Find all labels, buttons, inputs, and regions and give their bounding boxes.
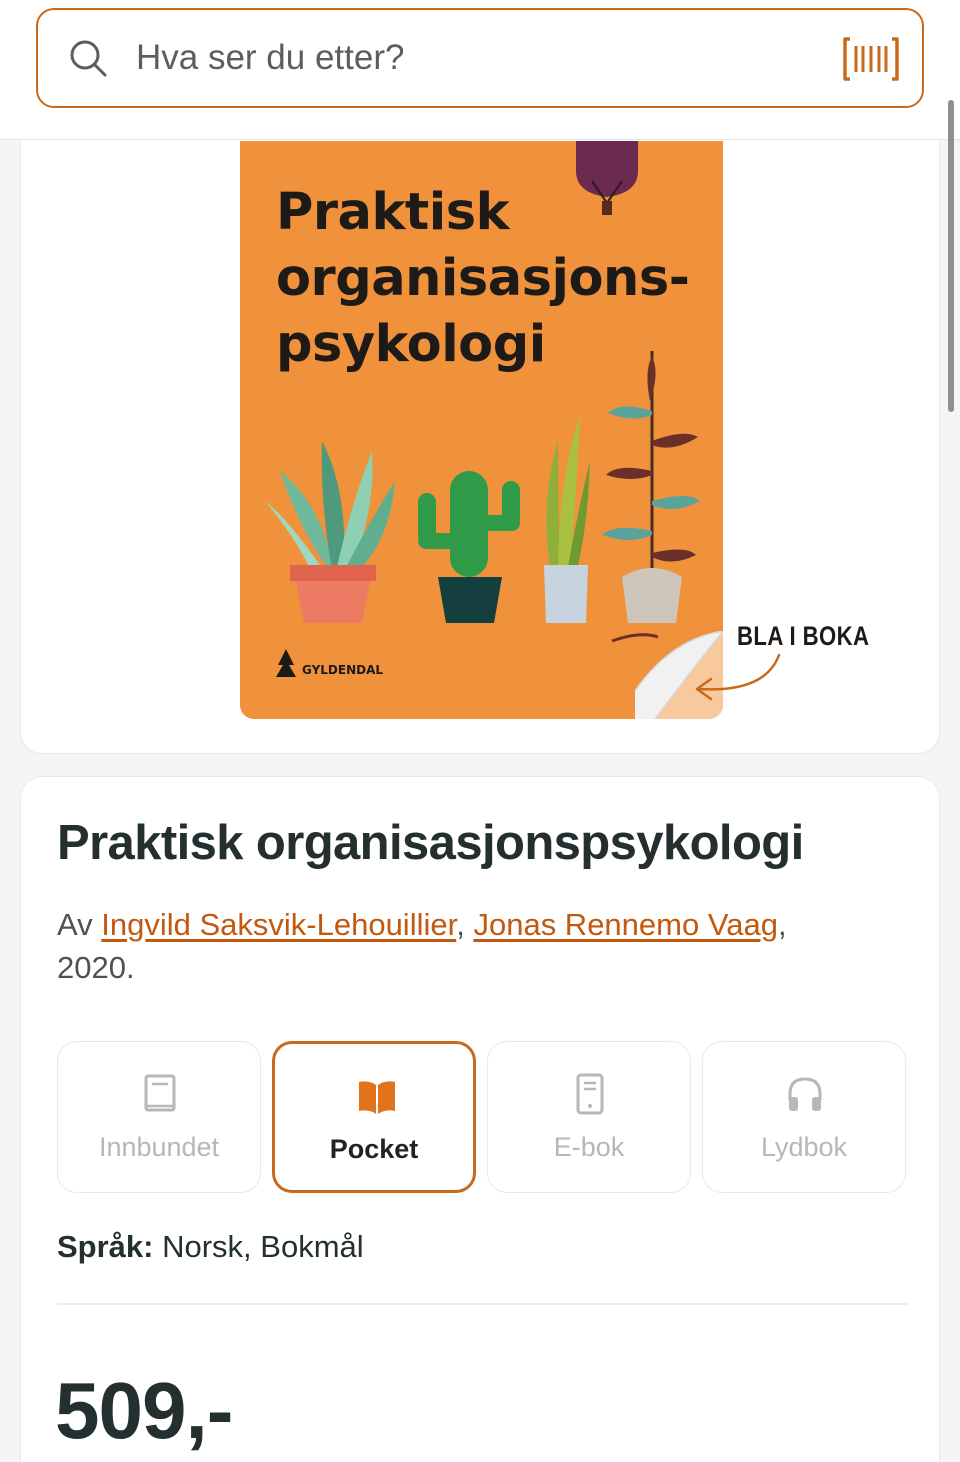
format-label: Lydbok bbox=[760, 1132, 848, 1162]
language-info: Språk: Norsk, Bokmål bbox=[57, 1229, 364, 1265]
language-value: Norsk, Bokmål bbox=[162, 1229, 364, 1264]
author-line: Av Ingvild Saksvik-Lehouillier, Jonas Re… bbox=[57, 903, 877, 989]
barcode-scan-icon[interactable] bbox=[842, 36, 900, 82]
format-label: Pocket bbox=[329, 1134, 419, 1164]
product-title: Praktisk organisasjonspsykologi bbox=[57, 816, 804, 870]
format-option-lydbok[interactable]: Lydbok bbox=[702, 1041, 906, 1193]
format-option-ebok[interactable]: E-bok bbox=[487, 1041, 691, 1193]
search-icon[interactable] bbox=[68, 38, 108, 78]
price: 509,- bbox=[55, 1366, 233, 1455]
product-info-card: Praktisk organisasjonspsykologi Av Ingvi… bbox=[20, 776, 940, 1462]
open-book-icon bbox=[359, 1081, 395, 1114]
separator: , bbox=[777, 907, 787, 942]
arrow-icon bbox=[695, 653, 781, 701]
preview-label[interactable]: BLA I BOKA bbox=[737, 621, 869, 652]
publication-year: 2020. bbox=[57, 950, 135, 985]
format-option-innbundet[interactable]: Innbundet bbox=[57, 1041, 261, 1193]
top-bar bbox=[0, 0, 960, 140]
cover-title-line: psykologi bbox=[276, 315, 546, 374]
scrollbar[interactable] bbox=[948, 100, 954, 412]
search-input[interactable] bbox=[136, 32, 816, 84]
format-option-pocket[interactable]: Pocket bbox=[272, 1041, 476, 1193]
book-icon bbox=[144, 1074, 176, 1112]
book-cover-image[interactable]: Praktisk organisasjons- psykologi GYLDEN… bbox=[240, 141, 723, 719]
by-prefix: Av bbox=[57, 907, 93, 942]
language-label: Språk: bbox=[57, 1229, 154, 1264]
format-selector: Innbundet Pocket E-bok Lydbok bbox=[57, 1041, 907, 1195]
tablet-icon bbox=[576, 1073, 604, 1115]
format-label: Innbundet bbox=[98, 1132, 220, 1162]
cover-title-line: organisasjons- bbox=[276, 249, 690, 308]
cover-card: Praktisk organisasjons- psykologi GYLDEN… bbox=[20, 110, 940, 754]
author-link[interactable]: Jonas Rennemo Vaag bbox=[473, 907, 777, 942]
divider bbox=[57, 1303, 907, 1305]
format-label: E-bok bbox=[553, 1132, 625, 1162]
headphones-icon bbox=[788, 1077, 822, 1111]
search-box[interactable] bbox=[36, 8, 924, 108]
author-link[interactable]: Ingvild Saksvik-Lehouillier bbox=[101, 907, 456, 942]
cover-title-line: Praktisk bbox=[276, 183, 510, 242]
separator: , bbox=[456, 907, 465, 942]
publisher-logo: GYLDENDAL bbox=[302, 663, 384, 677]
